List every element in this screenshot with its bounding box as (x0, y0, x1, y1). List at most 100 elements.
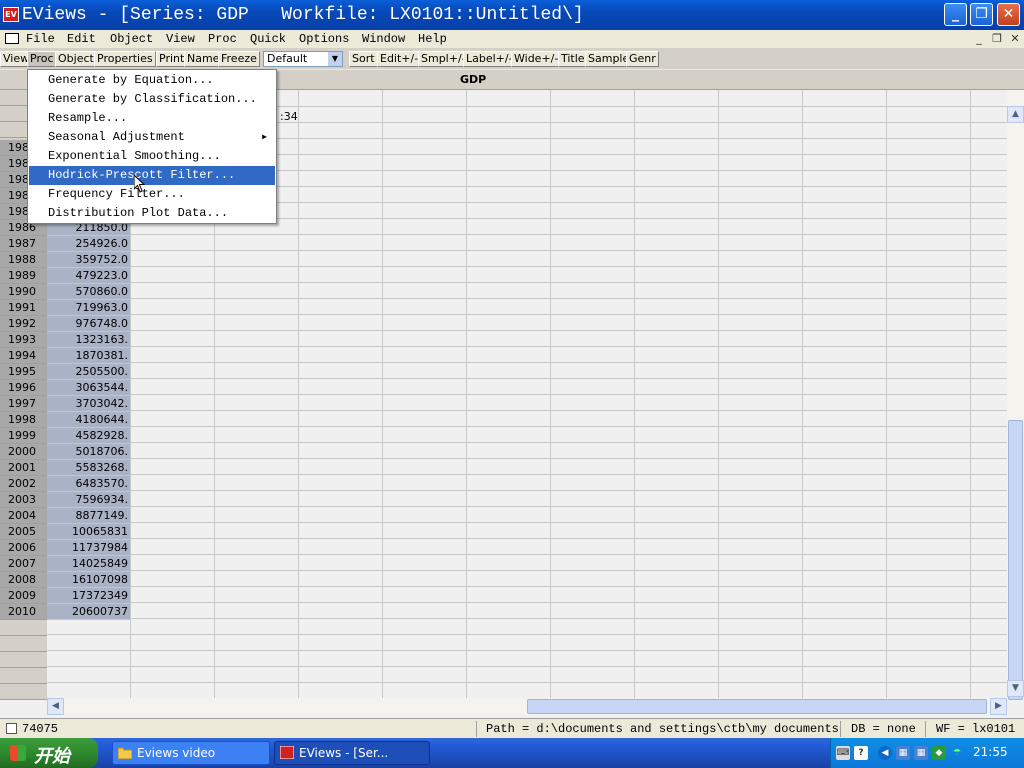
menu-item-resample[interactable]: Resample... (29, 109, 275, 128)
eviews-app-icon[interactable]: EV (3, 7, 19, 22)
gdp-value-cell[interactable]: 11737984 (47, 540, 130, 556)
menu-item-generate-by-classification[interactable]: Generate by Classification... (29, 90, 275, 109)
network-icon[interactable]: ▦ (914, 746, 928, 760)
gdp-value-cell[interactable]: 3703042. (47, 396, 130, 412)
gdp-value-cell[interactable]: 14025849 (47, 556, 130, 572)
sort-button[interactable]: Sort (349, 51, 378, 67)
row-header-year[interactable]: 2008 (0, 572, 47, 588)
umbrella-icon[interactable]: ☂ (950, 746, 964, 760)
chevron-left-icon[interactable]: ◀ (878, 746, 892, 760)
row-header-year[interactable]: 1996 (0, 380, 47, 396)
display-format-select[interactable]: Default ▼ (263, 51, 343, 67)
minimize-button[interactable]: _ (944, 3, 967, 26)
menu-options[interactable]: Options (299, 32, 349, 47)
gdp-value-cell[interactable]: 976748.0 (47, 316, 130, 332)
name-button[interactable]: Name (184, 51, 223, 67)
row-header-year[interactable]: 2003 (0, 492, 47, 508)
gdp-value-cell[interactable]: 5583268. (47, 460, 130, 476)
row-header-year[interactable]: 1987 (0, 236, 47, 252)
security-shield-icon[interactable]: ◆ (932, 746, 946, 760)
network-icon[interactable]: ▦ (896, 746, 910, 760)
series-column-header[interactable]: GDP (460, 73, 486, 86)
properties-button[interactable]: Properties (94, 51, 156, 67)
scroll-left-arrow-icon[interactable]: ◀ (47, 698, 64, 715)
gdp-value-cell[interactable]: 7596934. (47, 492, 130, 508)
menu-file[interactable]: File (26, 32, 55, 47)
gdp-value-cell[interactable]: 1323163. (47, 332, 130, 348)
gdp-value-cell[interactable]: 17372349 (47, 588, 130, 604)
row-header-year[interactable]: 2005 (0, 524, 47, 540)
smpl-toggle-button[interactable]: Smpl+/- (418, 51, 469, 67)
title-bar[interactable]: EV EViews - [Series: GDP Workfile: LX010… (0, 0, 1024, 30)
gdp-value-cell[interactable]: 16107098 (47, 572, 130, 588)
label-toggle-button[interactable]: Label+/- (463, 51, 516, 67)
row-header-year[interactable]: 1991 (0, 300, 47, 316)
genr-button[interactable]: Genr (626, 51, 659, 67)
scroll-down-arrow-icon[interactable]: ▼ (1007, 680, 1024, 697)
freeze-button[interactable]: Freeze (218, 51, 260, 67)
row-header-year[interactable]: 1998 (0, 412, 47, 428)
gdp-value-cell[interactable]: 1870381. (47, 348, 130, 364)
mdi-close-button[interactable]: ✕ (1008, 32, 1022, 46)
object-button[interactable]: Object (55, 51, 97, 67)
menu-edit[interactable]: Edit (67, 32, 96, 47)
gdp-value-cell[interactable]: 4582928. (47, 428, 130, 444)
title-button[interactable]: Title (558, 51, 588, 67)
horizontal-scroll-thumb[interactable] (527, 699, 987, 714)
row-header-year[interactable]: 1997 (0, 396, 47, 412)
scroll-right-arrow-icon[interactable]: ▶ (990, 698, 1007, 715)
row-header-year[interactable]: 1992 (0, 316, 47, 332)
mdi-restore-button[interactable]: ❐ (990, 32, 1004, 46)
gdp-value-cell[interactable]: 3063544. (47, 380, 130, 396)
row-header-year[interactable]: 2002 (0, 476, 47, 492)
print-button[interactable]: Print (156, 51, 188, 67)
row-header-year[interactable]: 2004 (0, 508, 47, 524)
menu-help[interactable]: Help (418, 32, 447, 47)
gdp-value-cell[interactable]: 359752.0 (47, 252, 130, 268)
menu-item-frequency-filter[interactable]: Frequency Filter... (29, 185, 275, 204)
menu-item-distribution-plot-data[interactable]: Distribution Plot Data... (29, 204, 275, 223)
gdp-value-cell[interactable]: 4180644. (47, 412, 130, 428)
row-header-year[interactable]: 1994 (0, 348, 47, 364)
row-header-year[interactable]: 1999 (0, 428, 47, 444)
close-button[interactable]: ✕ (997, 3, 1020, 26)
row-header-year[interactable]: 2007 (0, 556, 47, 572)
vertical-scroll-thumb[interactable] (1008, 420, 1023, 700)
command-checkbox[interactable] (6, 723, 17, 734)
row-header-year[interactable]: 2006 (0, 540, 47, 556)
menu-view[interactable]: View (166, 32, 195, 47)
menu-window[interactable]: Window (362, 32, 405, 47)
row-header-year[interactable]: 2001 (0, 460, 47, 476)
vertical-scrollbar[interactable]: ▲ ▼ (1007, 90, 1024, 700)
gdp-value-cell[interactable]: 254926.0 (47, 236, 130, 252)
menu-proc[interactable]: Proc (208, 32, 237, 47)
gdp-value-cell[interactable]: 6483570. (47, 476, 130, 492)
menu-object[interactable]: Object (110, 32, 153, 47)
horizontal-scrollbar[interactable]: ◀ ▶ (47, 698, 1007, 715)
menu-item-hodrick-prescott-filter[interactable]: Hodrick-Prescott Filter... (29, 166, 275, 185)
row-header-year[interactable]: 1989 (0, 268, 47, 284)
gdp-value-cell[interactable]: 719963.0 (47, 300, 130, 316)
menu-item-generate-by-equation[interactable]: Generate by Equation... (29, 71, 275, 90)
menu-item-seasonal-adjustment[interactable]: Seasonal Adjustment ▶ (29, 128, 275, 147)
row-header-year[interactable]: 2000 (0, 444, 47, 460)
mdi-minimize-button[interactable]: _ (972, 32, 986, 46)
gdp-value-cell[interactable]: 8877149. (47, 508, 130, 524)
gdp-value-cell[interactable]: 2505500. (47, 364, 130, 380)
chevron-down-icon[interactable]: ▼ (328, 52, 342, 66)
gdp-value-cell[interactable]: 570860.0 (47, 284, 130, 300)
gdp-value-cell[interactable]: 10065831 (47, 524, 130, 540)
document-window-icon[interactable] (5, 33, 19, 44)
gdp-value-cell[interactable]: 479223.0 (47, 268, 130, 284)
taskbar-item-eviews[interactable]: EViews - [Ser... (274, 741, 430, 765)
help-icon[interactable]: ? (854, 746, 868, 760)
row-header-year[interactable]: 1990 (0, 284, 47, 300)
gdp-value-cell[interactable]: 20600737 (47, 604, 130, 620)
row-header-year[interactable]: 1988 (0, 252, 47, 268)
menu-item-exponential-smoothing[interactable]: Exponential Smoothing... (29, 147, 275, 166)
row-header-year[interactable]: 2009 (0, 588, 47, 604)
gdp-value-cell[interactable]: 5018706. (47, 444, 130, 460)
maximize-button[interactable]: ❐ (970, 3, 993, 26)
row-header-year[interactable]: 1995 (0, 364, 47, 380)
keyboard-icon[interactable]: ⌨ (836, 746, 850, 760)
